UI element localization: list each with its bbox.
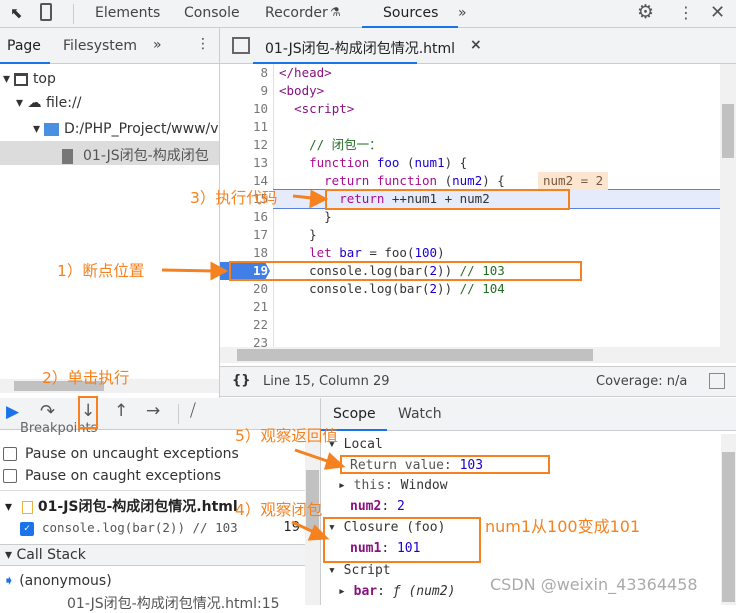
annotation-num1-change: num1从100变成101 <box>485 517 641 536</box>
annotation-closure: 4）观察闭包 <box>235 501 323 519</box>
annotation-click-step: 2）单击执行 <box>42 369 130 387</box>
watermark: CSDN @weixin_43364458 <box>490 575 698 594</box>
annotation-breakpoint: 1）断点位置 <box>57 262 145 280</box>
annotation-execute-code: 3）执行代码 <box>190 189 278 207</box>
annotation-return-value: 5）观察返回值 <box>235 427 338 445</box>
